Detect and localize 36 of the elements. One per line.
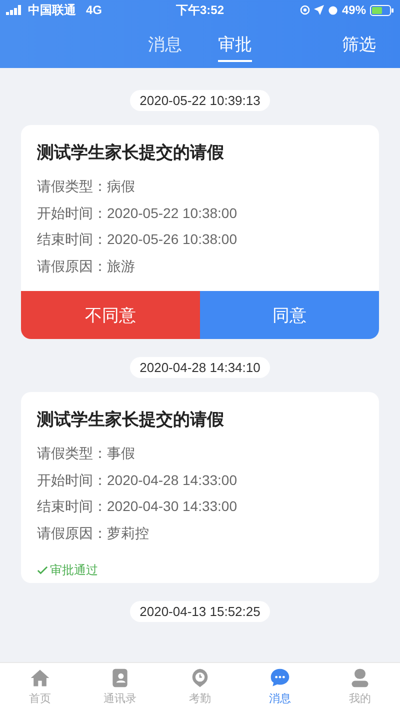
user-icon: [349, 667, 371, 689]
clock-time: 下午3:52: [176, 2, 224, 18]
network-type: 4G: [86, 3, 102, 17]
battery-icon: [370, 4, 394, 16]
lock-rotation-icon: [300, 5, 310, 15]
request-detail: 请假原因：旅游: [37, 256, 136, 276]
carrier-name: 中国联通: [28, 2, 76, 18]
nav-tab[interactable]: 通讯录: [80, 663, 160, 710]
signal-icon: [6, 5, 24, 15]
status-text: 审批通过: [50, 562, 98, 579]
request-detail: 结束时间：2020-05-26 10:38:00: [37, 230, 238, 249]
timestamp: 2020-04-28 14:34:10: [130, 357, 270, 378]
filter-button[interactable]: 筛选: [336, 32, 382, 57]
timestamp: 2020-04-13 15:52:25: [130, 601, 270, 622]
request-title: 测试学生家长提交的请假: [37, 409, 225, 431]
reject-button[interactable]: 不同意: [21, 291, 200, 339]
request-detail: 请假类型：事假: [37, 444, 136, 463]
nav-tab[interactable]: 我的: [320, 663, 400, 710]
nav-tab[interactable]: 首页: [0, 663, 80, 710]
battery-percent: 49%: [342, 3, 366, 17]
request-detail: 结束时间：2020-04-30 14:33:00: [37, 497, 238, 516]
check-icon: [37, 565, 48, 576]
request-detail: 请假原因：萝莉控: [37, 524, 150, 542]
request-detail: 请假类型：病假: [37, 177, 136, 196]
request-detail: 开始时间：2020-04-28 14:33:00: [37, 470, 238, 490]
home-icon: [29, 667, 51, 689]
approve-button[interactable]: 同意: [200, 291, 379, 339]
timestamp: 2020-05-22 10:39:13: [130, 90, 270, 111]
header-tab[interactable]: 审批: [218, 28, 252, 62]
request-detail: 开始时间：2020-05-22 10:38:00: [37, 204, 238, 222]
header-tab[interactable]: 消息: [148, 28, 182, 62]
request-title: 测试学生家长提交的请假: [37, 142, 225, 164]
nav-tab[interactable]: 消息: [240, 663, 320, 710]
chat-icon: [269, 667, 291, 689]
nav-tab[interactable]: 考勤: [160, 663, 240, 710]
location-icon: [314, 5, 324, 15]
